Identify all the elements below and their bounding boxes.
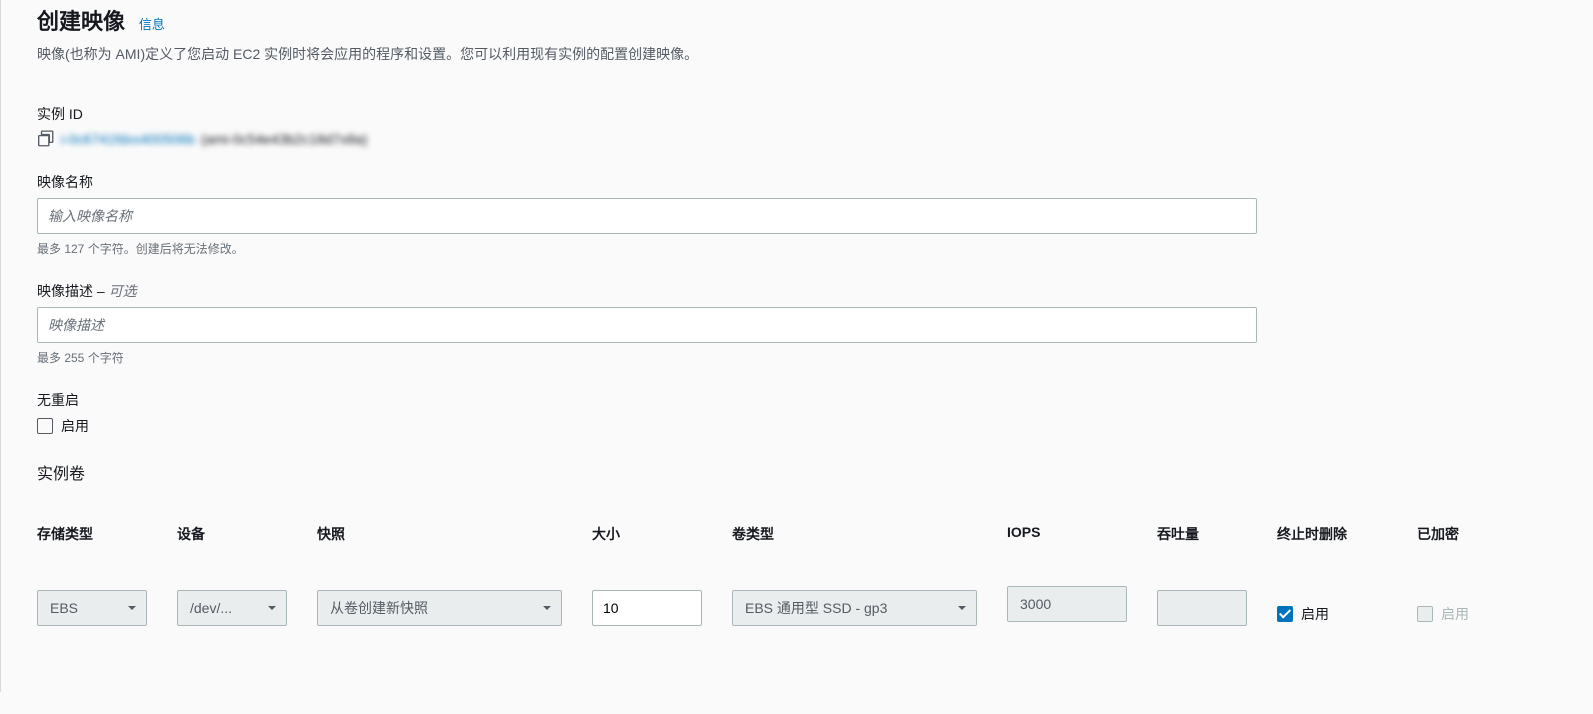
- image-name-helper: 最多 127 个字符。创建后将无法修改。: [37, 240, 1557, 257]
- image-desc-label: 映像描述 – 可选: [37, 281, 1557, 301]
- page-header: 创建映像 信息 映像(也称为 AMI)定义了您启动 EC2 实例时将会应用的程序…: [37, 4, 1557, 64]
- info-link[interactable]: 信息: [139, 17, 165, 32]
- image-desc-helper: 最多 255 个字符: [37, 349, 1557, 366]
- snapshot-select[interactable]: 从卷创建新快照: [317, 590, 562, 626]
- no-reboot-checkbox[interactable]: [37, 418, 53, 434]
- col-header-delete: 终止时删除: [1277, 524, 1387, 544]
- instance-volumes-title: 实例卷: [37, 460, 1557, 484]
- image-name-group: 映像名称 最多 127 个字符。创建后将无法修改。: [37, 172, 1557, 257]
- col-header-snapshot: 快照: [317, 524, 562, 544]
- image-desc-input[interactable]: [37, 307, 1257, 343]
- col-header-size: 大小: [592, 524, 702, 544]
- volumes-table: 存储类型 EBS 设备 /dev/... 快照: [37, 524, 1557, 632]
- delete-on-term-checkbox[interactable]: [1277, 606, 1293, 622]
- encrypted-checkbox: [1417, 606, 1433, 622]
- col-header-voltype: 卷类型: [732, 524, 977, 544]
- instance-id-value[interactable]: i-0c6741fdxx400506b: [61, 131, 195, 147]
- col-header-storage: 存储类型: [37, 524, 147, 544]
- storage-type-select[interactable]: EBS: [37, 590, 147, 626]
- caret-down-icon: [266, 602, 278, 614]
- col-header-throughput: 吞吐量: [1157, 524, 1247, 544]
- no-reboot-group: 无重启 启用: [37, 390, 1557, 436]
- no-reboot-label: 无重启: [37, 390, 1557, 410]
- image-name-input[interactable]: [37, 198, 1257, 234]
- delete-on-term-label: 启用: [1301, 604, 1329, 624]
- volume-type-select[interactable]: EBS 通用型 SSD - gp3: [732, 590, 977, 626]
- caret-down-icon: [541, 602, 553, 614]
- col-header-iops: IOPS: [1007, 524, 1127, 540]
- image-name-label: 映像名称: [37, 172, 1557, 192]
- caret-down-icon: [956, 602, 968, 614]
- encrypted-label: 启用: [1441, 604, 1469, 624]
- instance-volumes-group: 实例卷 存储类型 EBS 设备 /dev/...: [37, 460, 1557, 632]
- size-input[interactable]: [592, 590, 702, 626]
- page-title: 创建映像: [37, 4, 125, 36]
- iops-value: 3000: [1007, 586, 1127, 622]
- instance-id-label: 实例 ID: [37, 104, 1557, 124]
- instance-ami-value: (ami-0c54e43b2c18d7x8a): [201, 131, 368, 147]
- copy-icon[interactable]: [37, 130, 55, 148]
- image-desc-group: 映像描述 – 可选 最多 255 个字符: [37, 281, 1557, 366]
- col-header-device: 设备: [177, 524, 287, 544]
- col-header-encrypted: 已加密: [1417, 524, 1527, 544]
- instance-id-group: 实例 ID i-0c6741fdxx400506b (ami-0c54e43b2…: [37, 104, 1557, 148]
- no-reboot-checkbox-label: 启用: [61, 416, 89, 436]
- page-description: 映像(也称为 AMI)定义了您启动 EC2 实例时将会应用的程序和设置。您可以利…: [37, 44, 1557, 64]
- device-select[interactable]: /dev/...: [177, 590, 287, 626]
- throughput-value: [1157, 590, 1247, 626]
- caret-down-icon: [126, 602, 138, 614]
